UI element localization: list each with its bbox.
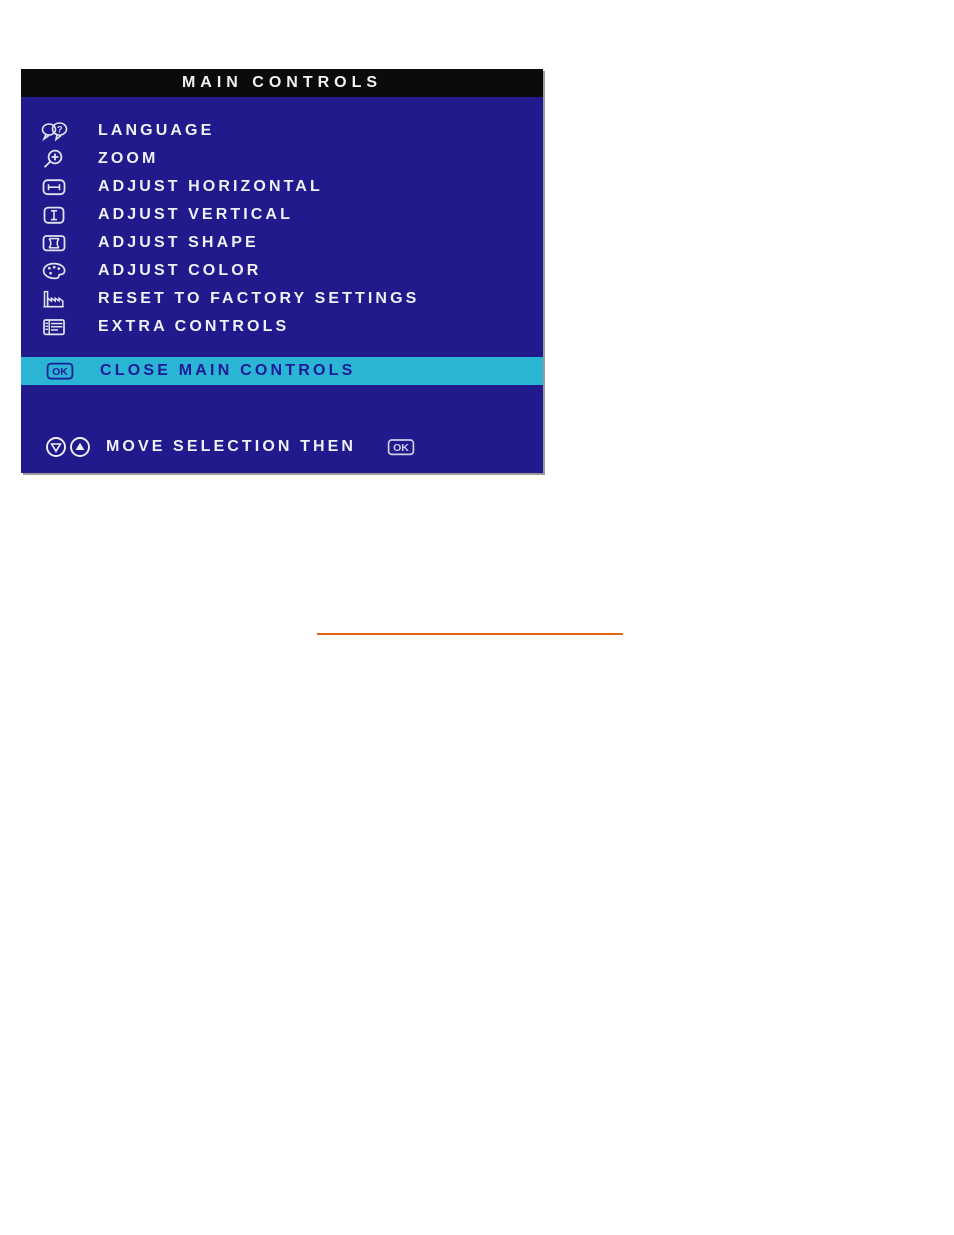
menu-item-adjust-color[interactable]: ADJUST COLOR: [21, 257, 543, 285]
menu-item-adjust-horizontal[interactable]: ADJUST HORIZONTAL: [21, 173, 543, 201]
menu-item-language[interactable]: ? LANGUAGE: [21, 117, 543, 145]
page-title: MAIN CONTROLS: [181, 74, 383, 91]
menu-item-label: ADJUST COLOR: [98, 262, 262, 279]
speech-bubbles-icon: ?: [40, 119, 84, 143]
magnifier-plus-icon: [40, 147, 84, 171]
horizontal-divider: [317, 633, 623, 635]
menu-item-extra-controls[interactable]: EXTRA CONTROLS: [21, 313, 543, 341]
svg-text:OK: OK: [393, 442, 409, 454]
menu-item-label: ADJUST HORIZONTAL: [98, 178, 323, 195]
menu-item-adjust-shape[interactable]: ADJUST SHAPE: [21, 229, 543, 257]
page-root: MAIN CONTROLS ? LANGUAGE ZOOM ADJUST HOR…: [0, 0, 954, 1235]
osd-menu-list: ? LANGUAGE ZOOM ADJUST HORIZONTAL ADJUST…: [21, 97, 543, 341]
menu-item-label: ADJUST VERTICAL: [98, 206, 293, 223]
screen-list-icon: [40, 315, 84, 339]
menu-item-label: EXTRA CONTROLS: [98, 318, 290, 335]
footer-hint-label: MOVE SELECTION THEN: [106, 438, 357, 455]
svg-text:?: ?: [57, 125, 63, 135]
ok-button-icon: OK: [386, 436, 416, 458]
svg-text:OK: OK: [52, 366, 68, 378]
osd-body: ? LANGUAGE ZOOM ADJUST HORIZONTAL ADJUST…: [21, 97, 543, 473]
pincushion-screen-icon: [40, 231, 84, 255]
osd-footer-hint: MOVE SELECTION THEN OK: [21, 433, 543, 461]
menu-item-zoom[interactable]: ZOOM: [21, 145, 543, 173]
factory-icon: [40, 287, 84, 311]
menu-item-adjust-vertical[interactable]: ADJUST VERTICAL: [21, 201, 543, 229]
osd-titlebar: MAIN CONTROLS: [21, 69, 543, 97]
menu-item-label: LANGUAGE: [98, 122, 215, 139]
ok-button-icon: OK: [45, 359, 85, 383]
osd-main-controls-panel: MAIN CONTROLS ? LANGUAGE ZOOM ADJUST HOR…: [21, 69, 543, 473]
circle-down-arrow-icon: [45, 436, 67, 458]
menu-item-label: ZOOM: [98, 150, 159, 167]
menu-item-close-main-controls[interactable]: OK CLOSE MAIN CONTROLS: [21, 357, 543, 385]
menu-item-label: RESET TO FACTORY SETTINGS: [98, 290, 420, 307]
palette-icon: [40, 259, 84, 283]
menu-item-label: ADJUST SHAPE: [98, 234, 259, 251]
horizontal-arrows-screen-icon: [40, 175, 84, 199]
circle-up-arrow-icon: [69, 436, 91, 458]
menu-item-label: CLOSE MAIN CONTROLS: [100, 362, 356, 379]
footer-arrow-icons: [45, 436, 91, 458]
vertical-arrows-screen-icon: [40, 203, 84, 227]
menu-item-reset-to-factory-settings[interactable]: RESET TO FACTORY SETTINGS: [21, 285, 543, 313]
